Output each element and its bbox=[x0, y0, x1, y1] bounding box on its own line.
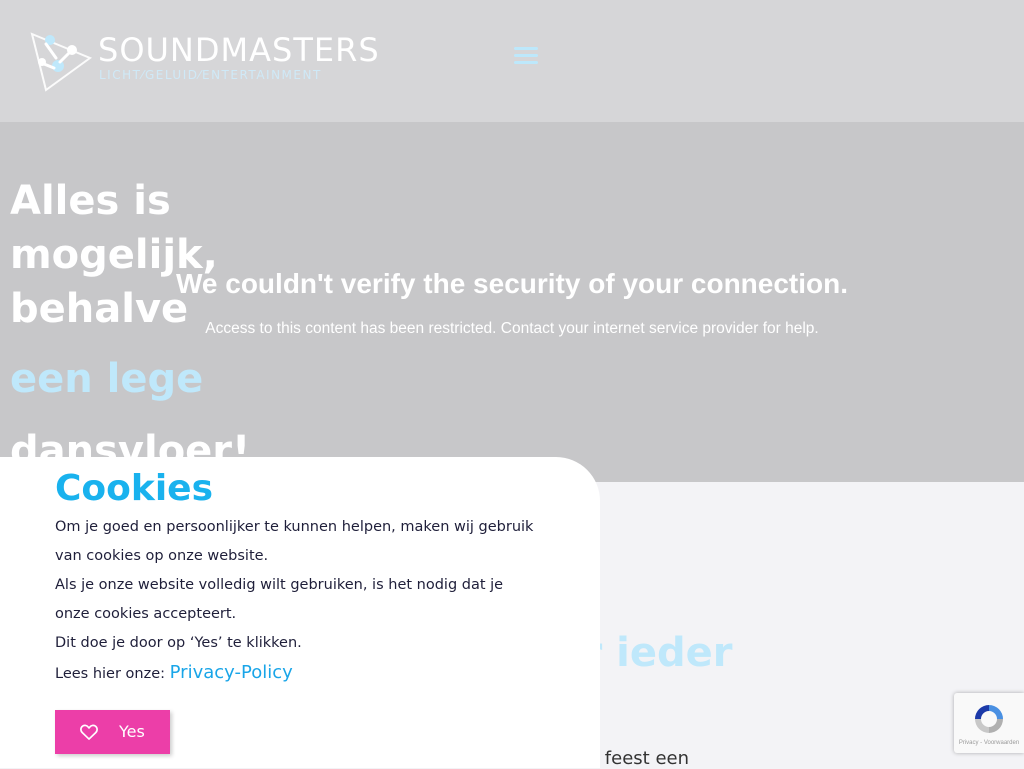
cookie-body: Om je goed en persoonlijker te kunnen he… bbox=[55, 513, 535, 658]
cookie-banner: Cookies Om je goed en persoonlijker te k… bbox=[0, 457, 600, 768]
cookie-paragraph: Als je onze website volledig wilt gebrui… bbox=[55, 577, 504, 622]
heart-icon bbox=[80, 724, 98, 740]
hero-accent-text: een lege bbox=[10, 356, 204, 402]
site-header: SOUNDMASTERS LICHT⁄GELUID⁄ENTERTAINMENT bbox=[0, 0, 1024, 122]
privacy-line: Lees hier onze: Privacy-Policy bbox=[55, 659, 293, 688]
cookie-title: Cookies bbox=[55, 468, 214, 509]
hamburger-menu-icon[interactable] bbox=[512, 44, 540, 68]
brand-tagline: LICHT⁄GELUID⁄ENTERTAINMENT bbox=[99, 68, 322, 82]
section-text: e feest een bbox=[588, 748, 689, 769]
brand-name[interactable]: SOUNDMASTERS bbox=[98, 32, 380, 68]
recaptcha-badge[interactable]: Privacy - Voorwaarden bbox=[954, 693, 1024, 753]
cookie-paragraph: Dit doe je door op ‘Yes’ te klikken. bbox=[55, 635, 302, 651]
privacy-prefix: Lees hier onze: bbox=[55, 666, 170, 682]
recaptcha-text[interactable]: Privacy - Voorwaarden bbox=[954, 740, 1024, 746]
recaptcha-icon bbox=[975, 705, 1003, 733]
privacy-policy-link[interactable]: Privacy-Policy bbox=[170, 662, 293, 683]
hero-headline: Alles is mogelijk, behalve bbox=[10, 174, 270, 336]
security-warning-message: Access to this content has been restrict… bbox=[205, 320, 819, 337]
security-warning-title: We couldn't verify the security of your … bbox=[175, 268, 849, 299]
soundmasters-logo-icon[interactable] bbox=[28, 28, 94, 94]
accept-cookies-button[interactable]: Yes bbox=[55, 710, 170, 754]
cookie-paragraph: Om je goed en persoonlijker te kunnen he… bbox=[55, 519, 534, 564]
accept-button-label: Yes bbox=[119, 722, 145, 741]
hero-headline-line: Alles is bbox=[10, 178, 171, 224]
hero-section: Alles is mogelijk, behalve een lege dans… bbox=[0, 122, 1024, 482]
